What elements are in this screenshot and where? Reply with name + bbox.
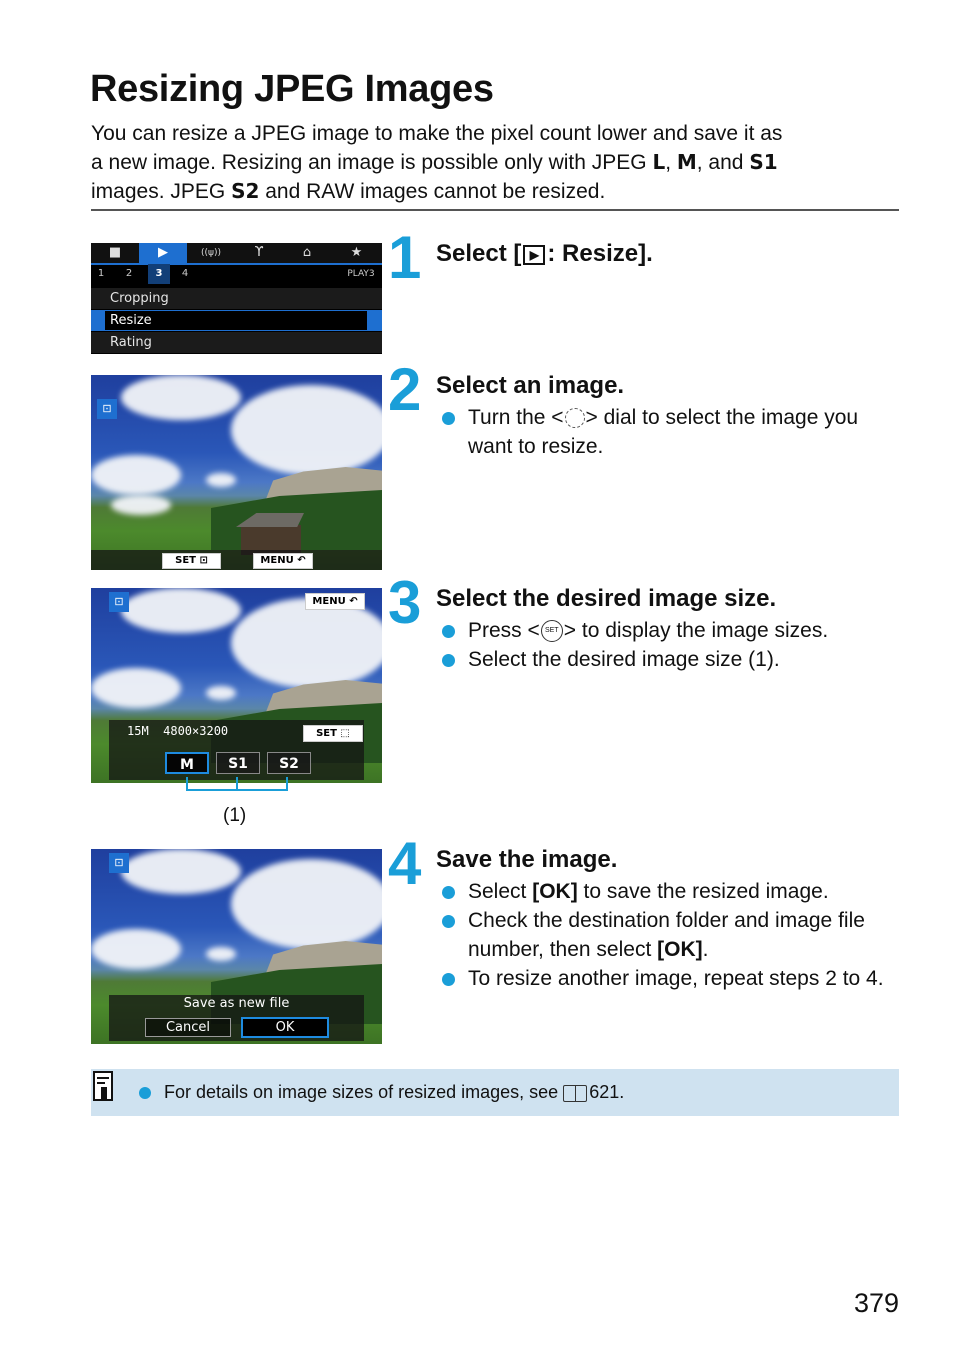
sub-tab-1[interactable]: 1 <box>93 264 109 284</box>
menu-item-rating[interactable]: Rating <box>91 332 382 353</box>
menu-item-cropping[interactable]: Cropping <box>91 288 382 309</box>
menu-tab-star-icon[interactable]: ★ <box>331 243 382 263</box>
sub-tab-4[interactable]: 4 <box>177 264 193 284</box>
bullet-text: Select <box>468 880 533 903</box>
callout-label: (1) <box>223 805 247 826</box>
resize-mode-icon: ⊡ <box>109 853 129 873</box>
page-reference-link[interactable]: 621 <box>589 1082 619 1102</box>
callout-stem <box>236 777 238 791</box>
resize-mode-icon: ⊡ <box>97 399 117 419</box>
select-image-screen: ⊡ SET ⊡ MENU ↶ <box>91 375 382 570</box>
set-button-icon: SET <box>540 620 563 643</box>
bullet-bold: [OK] <box>532 880 578 903</box>
step-1-heading: Select [▶: Resize]. <box>436 240 653 268</box>
menu-tab-playback-icon[interactable]: ▶ <box>139 243 187 263</box>
bullet-dot <box>139 1087 151 1099</box>
bullet-item: To resize another image, repeat steps 2 … <box>436 964 906 993</box>
divider <box>91 209 899 211</box>
bullet-text: Turn the < <box>468 406 564 429</box>
bullet-text: to save the resized image. <box>577 880 829 903</box>
note-text: For details on image sizes of resized im… <box>164 1082 624 1103</box>
intro-line-2a: a new image. Resizing an image is possib… <box>91 151 653 174</box>
bullet-text: Press < <box>468 619 540 642</box>
menu-tab-camera-icon[interactable]: ■ <box>91 243 139 263</box>
step-number-3: 3 <box>388 569 422 636</box>
page-title: Resizing JPEG Images <box>90 68 494 110</box>
size-option-s2[interactable]: S2 <box>267 752 311 774</box>
bullet-item: Select [OK] to save the resized image. <box>436 877 906 906</box>
bullet-item: Turn the < > dial to select the image you… <box>436 403 896 461</box>
menu-item-resize[interactable]: Resize <box>105 311 367 330</box>
heading-text: : Resize]. <box>547 240 653 267</box>
menu-tab-wrench-icon[interactable]: ϒ <box>235 243 283 263</box>
step-3-bullets: Press < SET > to display the image sizes. … <box>436 616 906 674</box>
book-reference-icon <box>563 1084 588 1102</box>
bullet-bold: [OK] <box>657 938 703 961</box>
image-size-info: 15M 4800×3200 <box>127 724 229 738</box>
back-icon: ↶ <box>297 555 306 566</box>
note-box: For details on image sizes of resized im… <box>91 1069 899 1116</box>
page-label: PLAY3 <box>347 269 375 279</box>
set-label: SET <box>316 728 337 739</box>
separator: , <box>665 151 677 174</box>
menu-tab-wireless-icon[interactable]: ((ψ)) <box>187 243 235 263</box>
intro-paragraph: You can resize a JPEG image to make the … <box>91 119 901 206</box>
sub-tab-2[interactable]: 2 <box>121 264 137 284</box>
save-prompt: Save as new file <box>183 996 290 1011</box>
size-option-m[interactable]: M <box>165 752 209 774</box>
step-4-heading: Save the image. <box>436 846 618 873</box>
set-confirm-button[interactable]: SET ⬚ <box>303 725 363 742</box>
menu-back-button[interactable]: MENU ↶ <box>253 553 313 569</box>
menu-tab-custom-function-icon[interactable]: ⌂ <box>283 243 331 263</box>
size-option-s1[interactable]: S1 <box>216 752 260 774</box>
step-2-bullets: Turn the < > dial to select the image you… <box>436 403 896 461</box>
camera-menu-screen: ■ ▶ ((ψ)) ϒ ⌂ ★ 1 2 3 4 PLAY3 Cropping R… <box>91 243 382 354</box>
ok-button[interactable]: OK <box>241 1017 329 1038</box>
quick-control-dial-icon <box>564 408 585 429</box>
image-size-m-icon: M <box>676 150 697 174</box>
image-size-s1-icon: S1 <box>749 150 778 174</box>
image-size-l-icon: L <box>652 150 666 174</box>
step-number-4: 4 <box>388 830 422 897</box>
intro-line-2b: , and <box>696 151 750 174</box>
cancel-button[interactable]: Cancel <box>145 1018 231 1037</box>
menu-back-button[interactable]: MENU ↶ <box>305 593 365 610</box>
intro-line-1: You can resize a JPEG image to make the … <box>91 122 783 145</box>
step-3-heading: Select the desired image size. <box>436 585 777 612</box>
step-4-bullets: Select [OK] to save the resized image. C… <box>436 877 906 993</box>
resize-mode-icon: ⊡ <box>109 592 129 612</box>
note-text-b: . <box>619 1082 625 1102</box>
menu-label: MENU <box>312 596 346 607</box>
step-number-1: 1 <box>388 224 422 291</box>
bullet-text: > to display the image sizes. <box>563 619 829 642</box>
bullet-item: Select the desired image size (1). <box>436 645 906 674</box>
page-number: 379 <box>853 1288 899 1318</box>
sub-tab-3[interactable]: 3 <box>148 264 170 284</box>
step-number-2: 2 <box>388 356 422 423</box>
bullet-item: Check the destination folder and image f… <box>436 906 906 964</box>
size-select-screen: ⊡ MENU ↶ 15M 4800×3200 SET ⬚ M S1 S2 <box>91 588 382 783</box>
image-size-s2-icon: S2 <box>231 179 260 203</box>
note-text-a: For details on image sizes of resized im… <box>164 1082 564 1102</box>
set-label: SET <box>175 555 196 566</box>
intro-line-3b: and RAW images cannot be resized. <box>259 180 606 203</box>
heading-text: Select [ <box>436 240 522 267</box>
bullet-text: . <box>702 938 709 961</box>
menu-label: MENU <box>260 555 294 566</box>
playback-icon: ▶ <box>523 244 546 265</box>
memo-pencil-icon <box>93 1071 113 1101</box>
intro-line-3a: images. JPEG <box>91 180 232 203</box>
back-icon: ↶ <box>349 596 358 607</box>
bullet-item: Press < SET > to display the image sizes. <box>436 616 906 645</box>
set-resize-button[interactable]: SET ⊡ <box>162 553 221 569</box>
save-confirm-screen: ⊡ Save as new file Cancel OK <box>91 849 382 1044</box>
step-2-heading: Select an image. <box>436 372 625 399</box>
